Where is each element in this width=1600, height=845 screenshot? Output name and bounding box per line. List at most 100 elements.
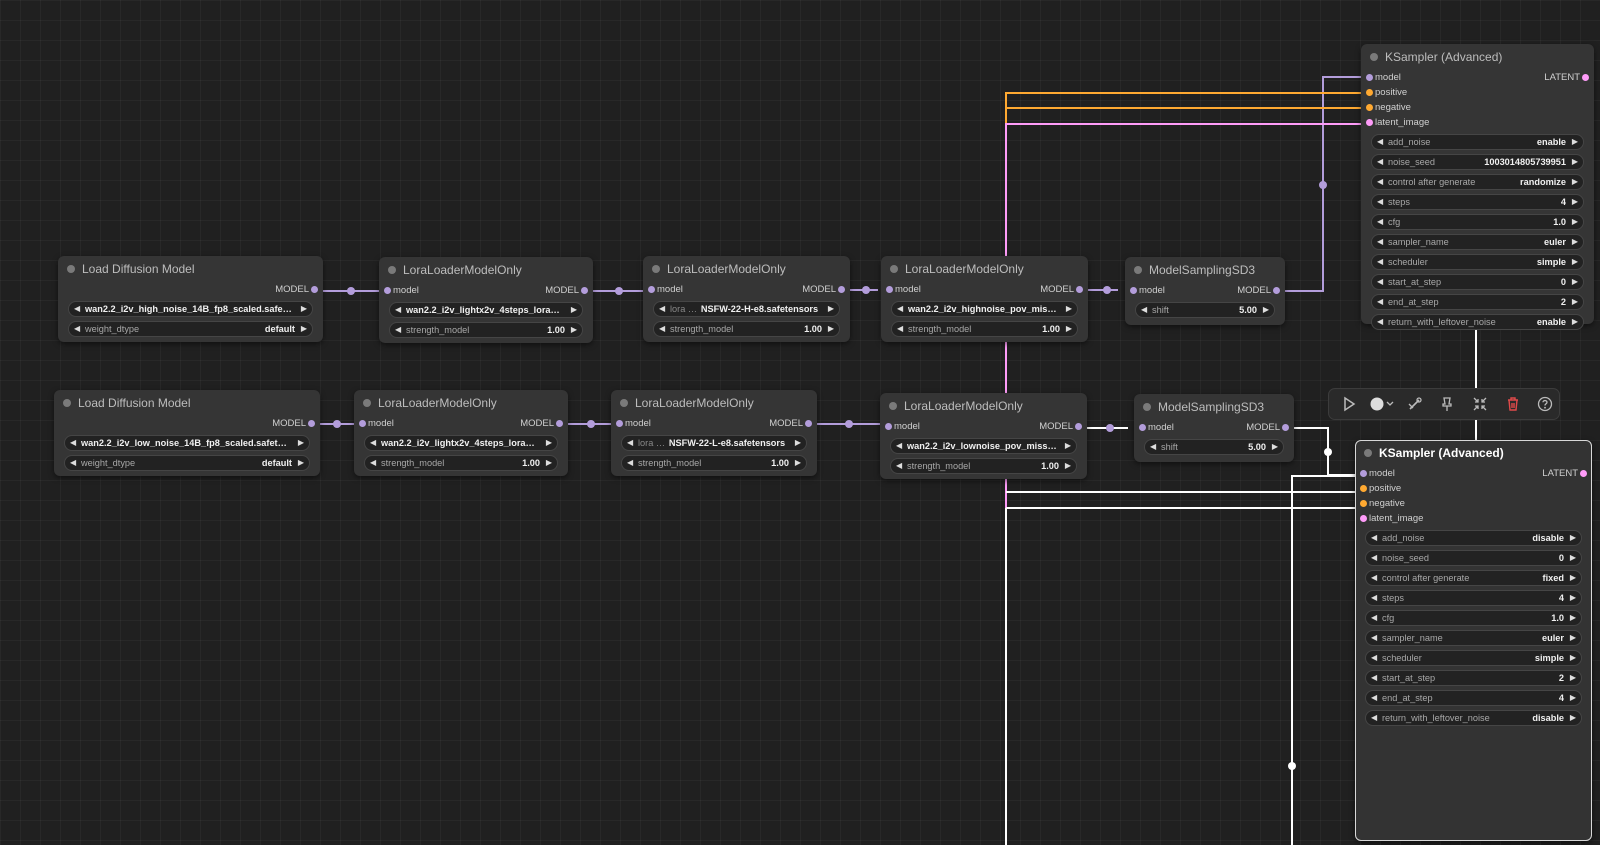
arrow-left-icon[interactable]: ◀	[1377, 195, 1383, 209]
positive-input-slot[interactable]	[1366, 89, 1373, 96]
add-noise-combo[interactable]: ◀ add_noise enable ▶	[1371, 134, 1584, 150]
model-input-slot[interactable]	[1360, 470, 1367, 477]
arrow-right-icon[interactable]: ▶	[1570, 551, 1576, 565]
play-icon[interactable]	[1341, 396, 1357, 412]
collapse-dot-icon[interactable]	[388, 266, 396, 274]
arrow-right-icon[interactable]: ▶	[1572, 215, 1578, 229]
control-after-generate-combo[interactable]: ◀ control after generate fixed ▶	[1365, 570, 1582, 586]
arrow-left-icon[interactable]: ◀	[1377, 175, 1383, 189]
cfg-number[interactable]: ◀ cfg 1.0 ▶	[1365, 610, 1582, 626]
load-diffusion-model-node-low[interactable]: Load Diffusion Model MODEL ◀ wan2.2_i2v_l…	[54, 390, 320, 476]
arrow-left-icon[interactable]: ◀	[1371, 711, 1377, 725]
collapse-dot-icon[interactable]	[889, 402, 897, 410]
arrow-right-icon[interactable]: ▶	[1570, 611, 1576, 625]
strength-model-number[interactable]: ◀ strength_model 1.00 ▶	[653, 321, 840, 337]
model-input-slot[interactable]	[885, 423, 892, 430]
arrow-left-icon[interactable]: ◀	[1377, 275, 1383, 289]
arrow-left-icon[interactable]: ◀	[70, 436, 76, 450]
arrow-left-icon[interactable]: ◀	[1371, 591, 1377, 605]
collapse-dot-icon[interactable]	[890, 265, 898, 273]
lora-loader-node-low-1[interactable]: LoraLoaderModelOnly model MODEL ◀ wan2.2_i…	[354, 390, 568, 476]
model-output-slot[interactable]	[1273, 287, 1280, 294]
collapse-dot-icon[interactable]	[620, 399, 628, 407]
lora-loader-node-high-3[interactable]: LoraLoaderModelOnly model MODEL ◀ wan2.2_i…	[881, 256, 1088, 342]
arrow-left-icon[interactable]: ◀	[1371, 671, 1377, 685]
shift-number[interactable]: ◀ shift 5.00 ▶	[1135, 302, 1275, 318]
arrow-left-icon[interactable]: ◀	[370, 436, 376, 450]
arrow-right-icon[interactable]: ▶	[1570, 651, 1576, 665]
strength-model-number[interactable]: ◀ strength_model 1.00 ▶	[891, 321, 1078, 337]
arrow-right-icon[interactable]: ▶	[1572, 235, 1578, 249]
negative-input-slot[interactable]	[1366, 104, 1373, 111]
collapse-dot-icon[interactable]	[1143, 403, 1151, 411]
arrow-left-icon[interactable]: ◀	[370, 456, 376, 470]
arrow-left-icon[interactable]: ◀	[1377, 215, 1383, 229]
load-diffusion-model-node-high[interactable]: Load Diffusion Model MODEL ◀ wan2.2_i2v_h…	[58, 256, 323, 342]
arrow-right-icon[interactable]: ▶	[1572, 195, 1578, 209]
arrow-left-icon[interactable]: ◀	[1377, 155, 1383, 169]
collapse-dot-icon[interactable]	[1134, 266, 1142, 274]
model-output-slot[interactable]	[838, 286, 845, 293]
bypass-icon[interactable]	[1407, 396, 1423, 412]
strength-model-number[interactable]: ◀ strength_model 1.00 ▶	[621, 455, 807, 471]
arrow-left-icon[interactable]: ◀	[1371, 531, 1377, 545]
strength-model-number[interactable]: ◀ strength_model 1.00 ▶	[364, 455, 558, 471]
arrow-left-icon[interactable]: ◀	[1371, 611, 1377, 625]
arrow-right-icon[interactable]: ▶	[301, 322, 307, 336]
model-input-slot[interactable]	[359, 420, 366, 427]
model-output-slot[interactable]	[308, 420, 315, 427]
ksampler-advanced-node-1[interactable]: KSampler (Advanced) model LATENT positive…	[1361, 44, 1594, 330]
latent-image-input-slot[interactable]	[1366, 119, 1373, 126]
arrow-left-icon[interactable]: ◀	[1371, 631, 1377, 645]
arrow-right-icon[interactable]: ▶	[1572, 315, 1578, 329]
lora-loader-node-high-1[interactable]: LoraLoaderModelOnly model MODEL ◀ wan2.2_i…	[379, 257, 593, 343]
arrow-left-icon[interactable]: ◀	[1377, 315, 1383, 329]
color-circle-icon[interactable]	[1369, 396, 1395, 412]
arrow-right-icon[interactable]: ▶	[1066, 302, 1072, 316]
arrow-right-icon[interactable]: ▶	[1066, 322, 1072, 336]
control-after-generate-combo[interactable]: ◀ control after generate randomize ▶	[1371, 174, 1584, 190]
arrow-left-icon[interactable]: ◀	[1371, 691, 1377, 705]
strength-model-number[interactable]: ◀ strength_model 1.00 ▶	[890, 458, 1077, 474]
latent-output-slot[interactable]	[1580, 470, 1587, 477]
model-sampling-sd3-node-high[interactable]: ModelSamplingSD3 model MODEL ◀ shift 5.00 ▶	[1125, 257, 1285, 325]
model-sampling-sd3-node-low[interactable]: ModelSamplingSD3 model MODEL ◀ shift 5.00 ▶	[1134, 394, 1294, 462]
arrow-right-icon[interactable]: ▶	[301, 302, 307, 316]
arrow-right-icon[interactable]: ▶	[795, 456, 801, 470]
model-output-slot[interactable]	[805, 420, 812, 427]
arrow-left-icon[interactable]: ◀	[1150, 440, 1156, 454]
weight-dtype-combo[interactable]: ◀ weight_dtype default ▶	[68, 321, 313, 337]
arrow-right-icon[interactable]: ▶	[298, 456, 304, 470]
model-output-slot[interactable]	[311, 286, 318, 293]
arrow-left-icon[interactable]: ◀	[1371, 551, 1377, 565]
arrow-left-icon[interactable]: ◀	[659, 302, 665, 316]
arrow-right-icon[interactable]: ▶	[1570, 691, 1576, 705]
steps-number[interactable]: ◀ steps 4 ▶	[1365, 590, 1582, 606]
sampler-name-combo[interactable]: ◀ sampler_name euler ▶	[1365, 630, 1582, 646]
arrow-right-icon[interactable]: ▶	[1572, 295, 1578, 309]
steps-number[interactable]: ◀ steps 4 ▶	[1371, 194, 1584, 210]
start-at-step-number[interactable]: ◀ start_at_step 2 ▶	[1365, 670, 1582, 686]
arrow-right-icon[interactable]: ▶	[571, 323, 577, 337]
lora-loader-node-high-2[interactable]: LoraLoaderModelOnly model MODEL ◀ lora … NS…	[643, 256, 850, 342]
lora-name-combo[interactable]: ◀ wan2.2_i2v_lightx2v_4steps_lora_… ▶	[364, 435, 558, 451]
model-output-slot[interactable]	[1076, 286, 1083, 293]
ksampler-advanced-node-2[interactable]: KSampler (Advanced) model LATENT positive…	[1355, 440, 1592, 841]
arrow-right-icon[interactable]: ▶	[1065, 459, 1071, 473]
arrow-left-icon[interactable]: ◀	[74, 322, 80, 336]
model-output-slot[interactable]	[581, 287, 588, 294]
noise-seed-number[interactable]: ◀ noise_seed 0 ▶	[1365, 550, 1582, 566]
model-input-slot[interactable]	[648, 286, 655, 293]
arrow-right-icon[interactable]: ▶	[1570, 591, 1576, 605]
arrow-right-icon[interactable]: ▶	[1570, 531, 1576, 545]
arrow-right-icon[interactable]: ▶	[546, 456, 552, 470]
arrow-right-icon[interactable]: ▶	[1065, 439, 1071, 453]
scheduler-combo[interactable]: ◀ scheduler simple ▶	[1365, 650, 1582, 666]
cfg-number[interactable]: ◀ cfg 1.0 ▶	[1371, 214, 1584, 230]
collapse-dot-icon[interactable]	[652, 265, 660, 273]
positive-input-slot[interactable]	[1360, 485, 1367, 492]
arrow-right-icon[interactable]: ▶	[1572, 135, 1578, 149]
collapse-dot-icon[interactable]	[67, 265, 75, 273]
arrow-left-icon[interactable]: ◀	[897, 322, 903, 336]
model-input-slot[interactable]	[1130, 287, 1137, 294]
